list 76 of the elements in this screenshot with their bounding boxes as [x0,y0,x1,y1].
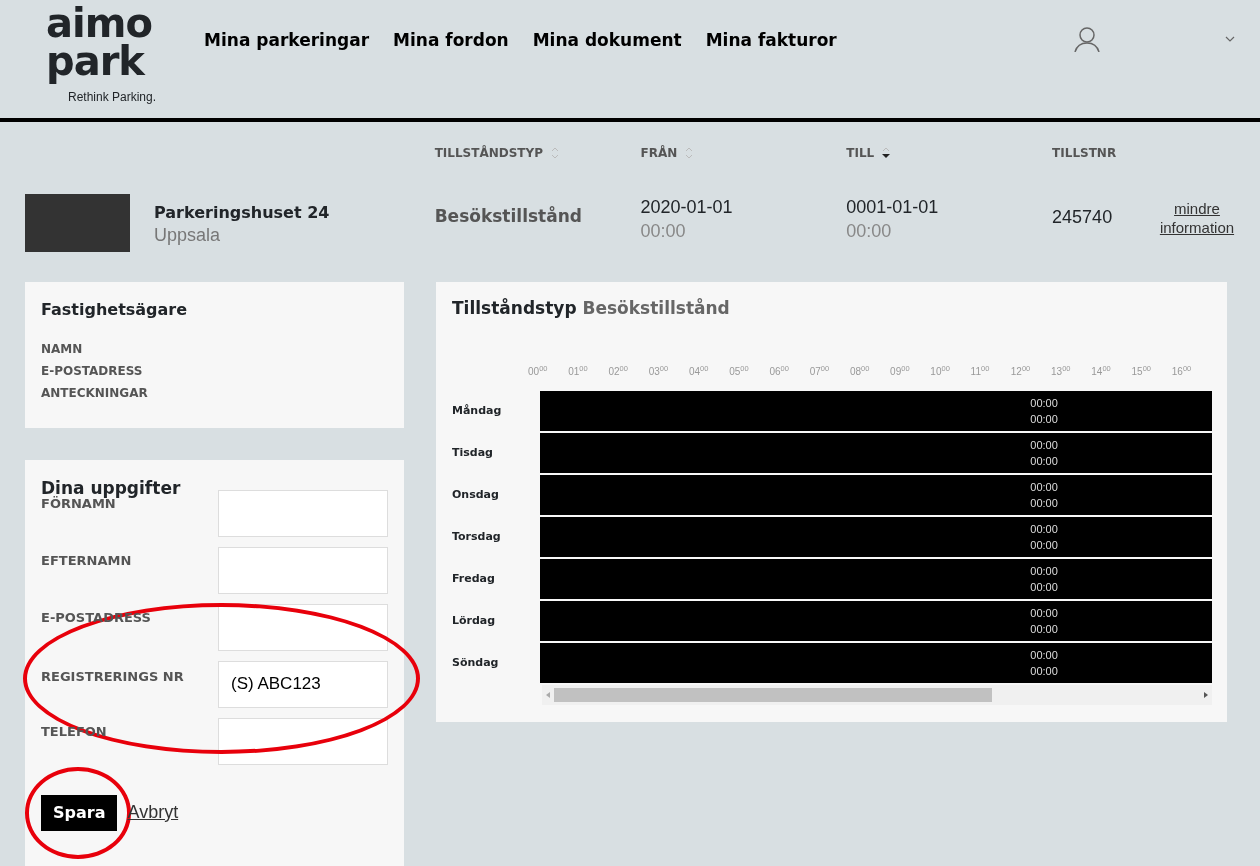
hour-label: 14$^{00}$ [1091,363,1112,379]
date-text: 2020-01-01 [640,195,734,219]
time-end: 00:00 [1030,537,1058,553]
chevron-down-icon[interactable] [1225,36,1235,42]
card-title: Fastighetsägare [41,299,189,321]
hour-label: 13$^{00}$ [1051,363,1072,379]
card-title: Tillståndstyp [452,298,577,318]
column-header: FRÅN [640,144,678,162]
field-label: REGISTRERINGS NR [41,667,184,686]
day-label: Torsdag [452,529,502,546]
permit-type: Besökstillstånd [434,205,583,229]
field-label: E-POSTADRESS [41,363,144,380]
permit-number: 245740 [1052,205,1114,229]
time-end: 00:00 [1030,411,1058,427]
hour-label: 03$^{00}$ [648,363,670,379]
location-name: Parkeringshuset 24 [154,202,330,224]
location-city: Uppsala [154,225,222,245]
nav-link[interactable]: Mina fordon [393,28,509,54]
user-icon[interactable] [1074,26,1100,52]
hour-label: 07$^{00}$ [809,363,831,379]
hour-label: 05$^{00}$ [729,363,750,379]
time-start: 00:00 [1030,521,1058,537]
column-header: TILL [846,145,875,162]
time-end: 00:00 [1030,663,1058,679]
hour-label: 11$^{00}$ [970,363,991,379]
day-label: Söndag [452,655,500,672]
nav-link[interactable]: Mina fakturor [705,28,837,54]
day-label: Måndag [452,403,503,420]
day-label: Onsdag [452,487,500,504]
hour-label: 16$^{00}$ [1171,363,1193,379]
time-start: 00:00 [1030,647,1058,663]
text-input[interactable]: (S) ABC123 [218,660,388,708]
time-text: 00:00 [846,220,893,241]
day-label: Tisdag [452,445,494,462]
field-label: ANTECKNINGAR [41,385,149,402]
hour-label: 00$^{00}$ [528,363,549,379]
hour-label: 01$^{00}$ [568,363,589,379]
less-info-link[interactable]: mindre information [1152,199,1242,237]
hour-label: 02$^{00}$ [608,363,629,379]
sort-icon[interactable] [882,147,891,159]
text-input[interactable] [218,489,388,537]
scrollbar[interactable] [542,684,1212,705]
hour-label: 09$^{00}$ [890,363,911,379]
time-start: 00:00 [1030,395,1058,411]
time-end: 00:00 [1030,621,1058,637]
nav-link[interactable]: Mina dokument [532,28,682,54]
logo-tagline: Rethink Parking. [68,89,157,106]
text-input[interactable] [218,717,388,765]
field-label: FÖRNAMN [41,495,116,513]
logo-wordmark: park [46,38,147,84]
hour-label: 10$^{00}$ [930,363,951,379]
day-label: Lördag [452,613,497,630]
day-label: Fredag [452,571,496,588]
time-start: 00:00 [1030,605,1058,621]
hour-label: 15$^{00}$ [1131,363,1152,379]
field-label: NAMN [41,341,84,358]
time-end: 00:00 [1030,579,1058,595]
hour-label: 04$^{00}$ [688,363,710,379]
save-button[interactable]: Spara [41,794,118,831]
nav-link[interactable]: Mina parkeringar [204,28,370,54]
text-input[interactable] [218,603,388,651]
column-header: TILLSTNR [1052,145,1117,162]
column-header: TILLSTÅNDSTYP [434,144,543,162]
date-text: 0001-01-01 [846,195,940,219]
time-end: 00:00 [1030,495,1058,511]
time-start: 00:00 [1030,479,1058,495]
hour-label: 08$^{00}$ [849,363,871,379]
card-subtitle: Besökstillstånd [582,298,730,318]
time-start: 00:00 [1030,563,1058,579]
hour-label: 06$^{00}$ [769,363,790,379]
text-input[interactable] [218,546,388,594]
time-text: 00:00 [640,220,687,241]
field-label: EFTERNAMN [41,551,132,570]
time-end: 00:00 [1030,453,1058,469]
hour-label: 12$^{00}$ [1010,363,1032,379]
time-start: 00:00 [1030,437,1058,453]
